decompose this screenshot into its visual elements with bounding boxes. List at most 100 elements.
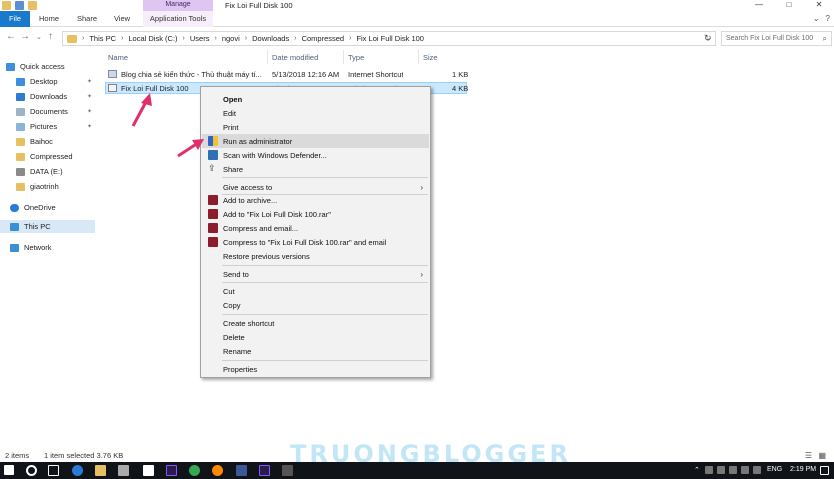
table-row[interactable]: Blog chia sẻ kiến thức - Thủ thuật máy t… xyxy=(105,68,468,80)
column-divider[interactable] xyxy=(343,50,344,64)
chevron-right-icon[interactable]: › xyxy=(294,35,296,42)
tab-share[interactable]: Share xyxy=(72,11,102,27)
new-folder-icon[interactable] xyxy=(28,1,37,10)
menu-item-rename[interactable]: Rename xyxy=(202,344,429,358)
menu-item-copy[interactable]: Copy xyxy=(202,298,429,312)
start-windows-icon[interactable] xyxy=(4,465,14,475)
menu-item-properties[interactable]: Properties xyxy=(202,362,429,376)
facebook-icon[interactable] xyxy=(236,465,247,476)
nav-item-pictures[interactable]: Pictures ✦ xyxy=(16,120,96,133)
app-icon[interactable] xyxy=(259,465,270,476)
chevron-right-icon[interactable]: › xyxy=(82,35,84,42)
task-view-icon[interactable] xyxy=(48,465,59,476)
nav-item-giaotrinh[interactable]: giaotrinh xyxy=(16,180,96,193)
chevron-right-icon[interactable]: › xyxy=(245,35,247,42)
menu-item-compress-rar-email[interactable]: Compress to "Fix Loi Full Disk 100.rar" … xyxy=(202,235,429,249)
column-header-name[interactable]: Name xyxy=(108,53,128,62)
large-icons-view-icon[interactable]: ▦ xyxy=(818,451,826,460)
tab-file[interactable]: File xyxy=(0,11,30,27)
breadcrumb-compressed[interactable]: Compressed xyxy=(302,34,345,43)
menu-item-scan-defender[interactable]: Scan with Windows Defender... xyxy=(202,148,429,162)
search-input[interactable]: Search Fix Loi Full Disk 100 ⌕ xyxy=(721,31,832,46)
nav-item-quick-access[interactable]: Quick access xyxy=(6,60,101,73)
nav-item-this-pc[interactable]: This PC xyxy=(0,220,95,233)
menu-item-cut[interactable]: Cut xyxy=(202,284,429,298)
menu-item-send-to[interactable]: Send to › xyxy=(202,267,429,281)
nav-item-onedrive[interactable]: OneDrive xyxy=(10,201,95,214)
menu-item-create-shortcut[interactable]: Create shortcut xyxy=(202,316,429,330)
up-icon[interactable]: ↑ xyxy=(48,31,53,42)
tab-home[interactable]: Home xyxy=(34,11,64,27)
chrome-icon[interactable] xyxy=(189,465,200,476)
folder-icon[interactable] xyxy=(2,1,11,10)
column-header-type[interactable]: Type xyxy=(348,53,364,62)
nav-item-network[interactable]: Network xyxy=(10,241,95,254)
recent-locations-icon[interactable]: ⌄ xyxy=(36,33,42,41)
close-button[interactable]: ✕ xyxy=(804,0,834,11)
chevron-right-icon[interactable]: › xyxy=(183,35,185,42)
menu-item-share[interactable]: ⇪ Share xyxy=(202,162,429,176)
menu-item-run-as-administrator[interactable]: Run as administrator xyxy=(202,134,429,148)
help-icon[interactable]: ? xyxy=(826,14,830,23)
breadcrumb-local-disk[interactable]: Local Disk (C:) xyxy=(128,34,177,43)
language-indicator[interactable]: ENG xyxy=(767,466,782,473)
breadcrumb-users[interactable]: Users xyxy=(190,34,210,43)
column-divider[interactable] xyxy=(267,50,268,64)
properties-icon[interactable] xyxy=(15,1,24,10)
store-icon[interactable] xyxy=(118,465,129,476)
nav-item-downloads[interactable]: Downloads ✦ xyxy=(16,90,96,103)
chevron-right-icon[interactable]: › xyxy=(214,35,216,42)
chevron-right-icon[interactable]: › xyxy=(121,35,123,42)
pin-icon[interactable]: ✦ xyxy=(87,123,92,130)
menu-item-print[interactable]: Print xyxy=(202,120,429,134)
expand-ribbon-icon[interactable]: ⌄ xyxy=(813,14,820,23)
forward-icon[interactable]: → xyxy=(20,31,30,42)
menu-item-add-to-rar[interactable]: Add to "Fix Loi Full Disk 100.rar" xyxy=(202,207,429,221)
refresh-icon[interactable]: ↻ xyxy=(704,33,712,44)
pin-icon[interactable]: ✦ xyxy=(87,108,92,115)
menu-item-open[interactable]: Open xyxy=(202,92,429,106)
menu-item-restore-versions[interactable]: Restore previous versions xyxy=(202,249,429,263)
menu-item-give-access[interactable]: Give access to › xyxy=(202,180,429,194)
tray-chevron-icon[interactable]: ⌃ xyxy=(694,466,700,474)
breadcrumb-downloads[interactable]: Downloads xyxy=(252,34,289,43)
photoshop-icon[interactable] xyxy=(166,465,177,476)
chevron-right-icon[interactable]: › xyxy=(349,35,351,42)
tab-application-tools[interactable]: Application Tools xyxy=(143,11,213,27)
nav-item-compressed[interactable]: Compressed xyxy=(16,150,96,163)
edge-icon[interactable] xyxy=(72,465,83,476)
menu-item-compress-email[interactable]: Compress and email... xyxy=(202,221,429,235)
column-divider[interactable] xyxy=(418,50,419,64)
menu-item-delete[interactable]: Delete xyxy=(202,330,429,344)
pin-icon[interactable]: ✦ xyxy=(87,93,92,100)
column-header-size[interactable]: Size xyxy=(423,53,438,62)
tab-view[interactable]: View xyxy=(108,11,136,27)
mail-icon[interactable] xyxy=(143,465,154,476)
menu-item-edit[interactable]: Edit xyxy=(202,106,429,120)
maximize-button[interactable]: □ xyxy=(774,0,804,11)
breadcrumb-current[interactable]: Fix Loi Full Disk 100 xyxy=(356,34,424,43)
action-center-icon[interactable] xyxy=(820,466,829,475)
tray-app-icon[interactable] xyxy=(705,466,713,474)
app-icon[interactable] xyxy=(282,465,293,476)
details-view-icon[interactable]: ☰ xyxy=(805,451,812,460)
nav-item-desktop[interactable]: Desktop ✦ xyxy=(16,75,96,88)
nav-item-data-e[interactable]: DATA (E:) xyxy=(16,165,96,178)
tray-app-icon[interactable] xyxy=(753,466,761,474)
volume-icon[interactable] xyxy=(741,466,749,474)
battery-icon[interactable] xyxy=(717,466,725,474)
browser-icon[interactable] xyxy=(212,465,223,476)
clock[interactable]: 2:19 PM xyxy=(790,466,816,473)
address-bar[interactable]: › This PC › Local Disk (C:) › Users › ng… xyxy=(62,31,716,46)
column-header-date[interactable]: Date modified xyxy=(272,53,318,62)
nav-item-documents[interactable]: Documents ✦ xyxy=(16,105,96,118)
minimize-button[interactable]: — xyxy=(744,0,774,11)
search-icon[interactable] xyxy=(26,465,37,476)
back-icon[interactable]: ← xyxy=(6,31,16,42)
pin-icon[interactable]: ✦ xyxy=(87,78,92,85)
nav-item-baihoc[interactable]: Baihoc xyxy=(16,135,96,148)
breadcrumb-this-pc[interactable]: This PC xyxy=(89,34,116,43)
menu-item-add-archive[interactable]: Add to archive... xyxy=(202,193,429,207)
wifi-icon[interactable] xyxy=(729,466,737,474)
file-explorer-icon[interactable] xyxy=(95,465,106,476)
